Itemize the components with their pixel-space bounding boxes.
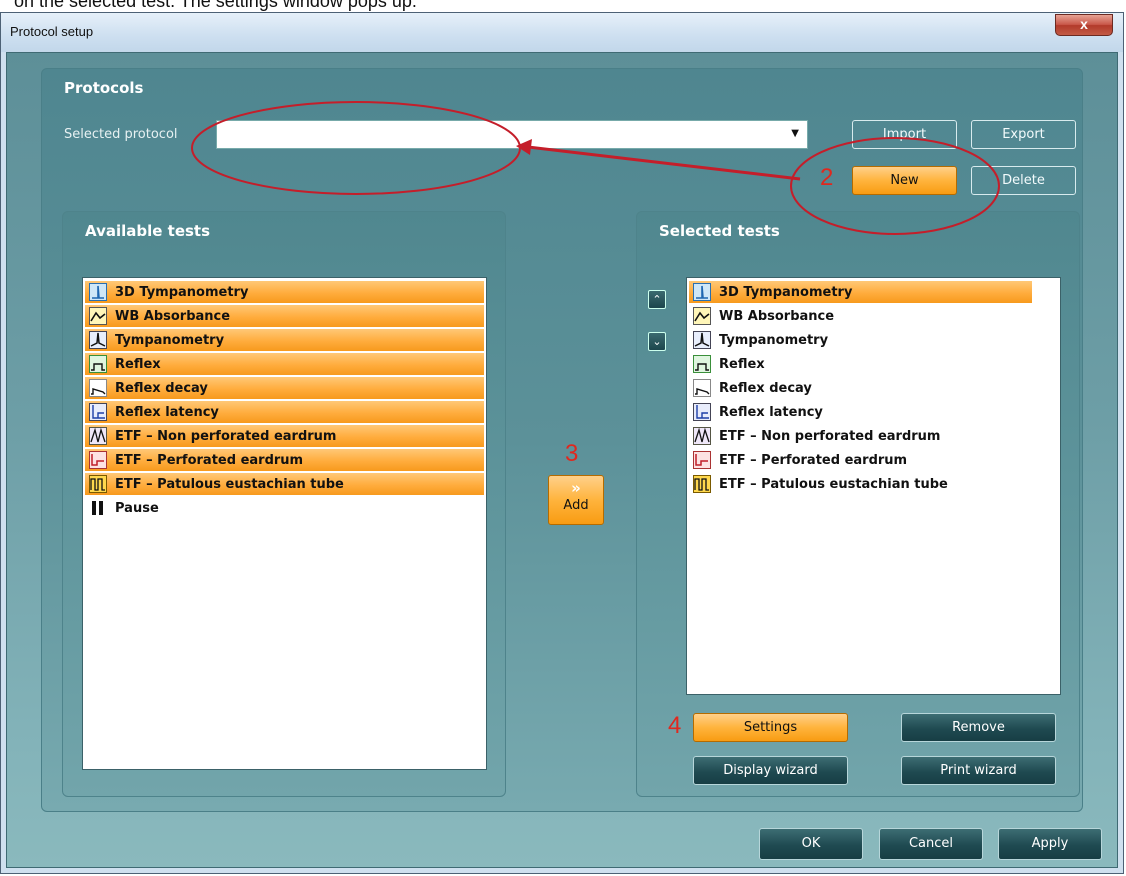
annotation-arrow-line [527, 145, 801, 181]
step-3-marker: 3 [565, 440, 579, 467]
protocol-field-highlight-ellipse [191, 101, 521, 195]
step-4-marker: 4 [668, 712, 682, 739]
step-2-marker: 2 [820, 164, 834, 191]
annotation-overlay [191, 101, 1000, 235]
